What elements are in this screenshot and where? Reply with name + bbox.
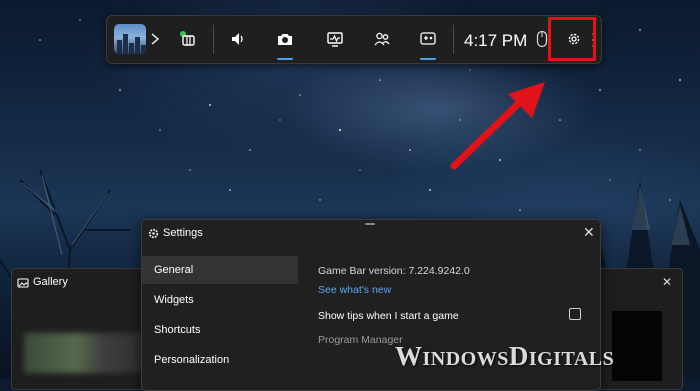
watermark-logo: WINDOWSDIGITALS [395,341,615,371]
window-drag-grip[interactable] [365,223,375,225]
xbox-achievements-icon[interactable] [173,24,203,54]
gallery-close-button[interactable]: ✕ [662,275,672,289]
nav-item-label: Widgets [154,294,194,306]
controller-icon[interactable] [413,24,443,60]
mouse-icon[interactable] [536,30,548,53]
settings-nav: General Widgets Shortcuts Personalizatio… [142,256,298,390]
nav-item-widgets[interactable]: Widgets [142,286,298,314]
tips-label: Show tips when I start a game [318,310,459,322]
whats-new-link[interactable]: See what's new [318,284,391,296]
tips-checkbox[interactable] [569,308,581,320]
performance-icon[interactable] [320,24,350,54]
audio-icon[interactable] [223,24,253,54]
settings-title: Settings [163,227,203,239]
nav-item-label: Shortcuts [154,324,201,336]
capture-icon[interactable] [270,24,300,60]
game-bar: 4:17 PM [106,15,602,64]
nav-item-label: General [154,264,194,276]
nav-item-label: Personalization [154,354,230,366]
version-text: Game Bar version: 7.224.9242.0 [318,265,470,277]
settings-close-button[interactable]: ✕ [583,224,595,241]
nav-item-personalization[interactable]: Personalization [142,346,298,374]
clock-time: 4:17 PM [464,31,528,50]
nav-item-general[interactable]: General [142,256,298,284]
program-manager-text: Program Manager [318,334,403,346]
controller-active-indicator [420,58,436,60]
chevron-right-icon[interactable] [147,24,163,54]
settings-highlight-box [548,17,596,61]
gallery-thumbnail[interactable] [24,333,154,373]
gallery-icon [17,278,29,288]
gallery-preview[interactable] [612,311,662,381]
nav-item-shortcuts[interactable]: Shortcuts [142,316,298,344]
gear-icon [148,228,159,239]
xbox-social-icon[interactable] [367,24,397,54]
gallery-title: Gallery [33,276,68,288]
red-arrow-icon [450,82,545,170]
capture-active-indicator [277,58,293,60]
app-thumbnail[interactable] [114,24,146,54]
